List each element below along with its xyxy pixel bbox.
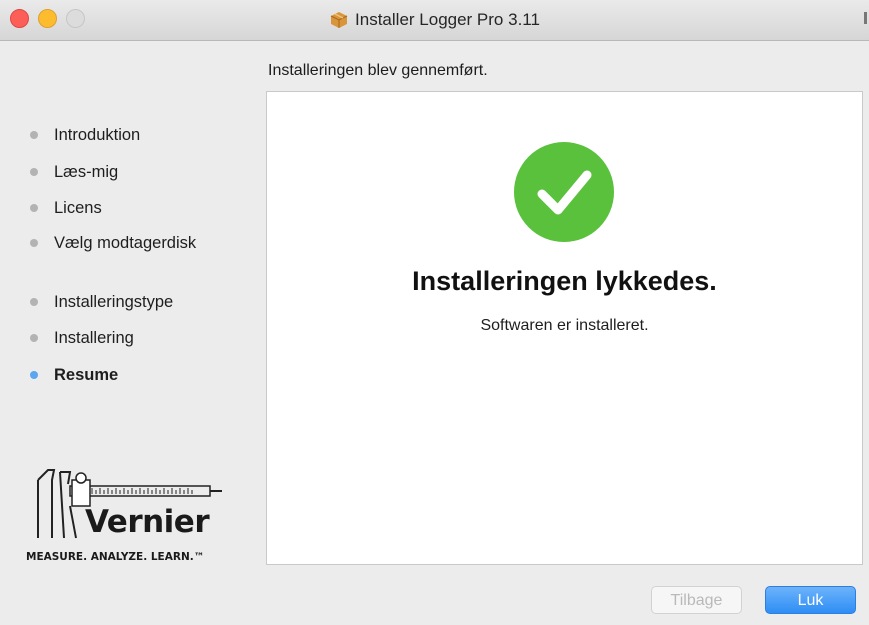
step-introduktion: Introduktion (30, 124, 140, 146)
title-bar[interactable]: Installer Logger Pro 3.11 (0, 0, 869, 41)
step-installeringstype: Installeringstype (30, 291, 173, 313)
step-vaelg-modtagerdisk: Vælg modtagerdisk (30, 232, 196, 254)
step-label: Installeringstype (54, 292, 174, 311)
installer-window: Installer Logger Pro 3.11 Installeringen… (0, 0, 869, 625)
package-icon (330, 12, 348, 28)
step-dot-icon (30, 168, 38, 176)
close-button[interactable]: Luk (765, 586, 856, 614)
success-title: Installeringen lykkedes. (412, 266, 717, 296)
step-label: Licens (54, 198, 102, 217)
page-heading: Installeringen blev gennemført. (268, 62, 488, 79)
step-dot-icon (30, 204, 38, 212)
step-label: Introduktion (54, 125, 141, 144)
content-panel: Installeringen lykkedes. Softwaren er in… (266, 91, 863, 565)
success-subtitle: Softwaren er installeret. (480, 317, 649, 334)
step-label: Resume (54, 365, 119, 384)
back-button[interactable]: Tilbage (651, 586, 742, 614)
step-dot-active-icon (30, 371, 38, 379)
step-dot-icon (30, 239, 38, 247)
logo-wordmark: Vernier (85, 504, 210, 540)
window-title: Installer Logger Pro 3.11 (355, 10, 540, 29)
logo-tagline: MEASURE. ANALYZE. LEARN.™ (26, 551, 205, 563)
title-bar-edge (864, 12, 867, 24)
step-label: Læs-mig (54, 162, 119, 181)
step-dot-icon (30, 298, 38, 306)
step-label: Installering (54, 328, 134, 347)
step-resume: Resume (30, 364, 118, 386)
step-label: Vælg modtagerdisk (54, 233, 197, 252)
step-dot-icon (30, 131, 38, 139)
step-dot-icon (30, 334, 38, 342)
step-laes-mig: Læs-mig (30, 161, 118, 183)
step-licens: Licens (30, 197, 102, 219)
checkmark-circle-icon (514, 142, 614, 242)
window-title-group: Installer Logger Pro 3.11 (0, 0, 869, 40)
vernier-logo: Vernier MEASURE. ANALYZE. LEARN.™ (26, 468, 230, 568)
step-installering: Installering (30, 327, 134, 349)
